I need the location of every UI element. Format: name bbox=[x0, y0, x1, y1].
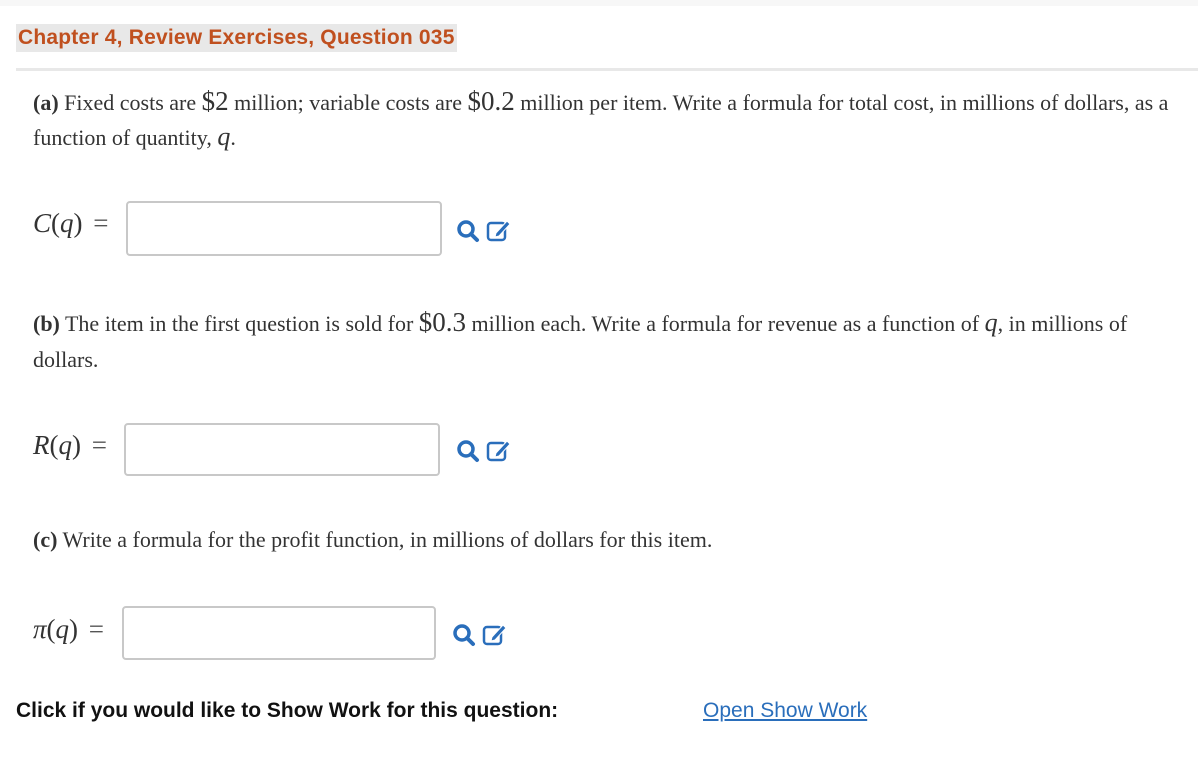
top-strip bbox=[0, 0, 1198, 6]
question-c-part-label: (c) bbox=[33, 527, 58, 552]
answer-c-equals: = bbox=[88, 614, 105, 644]
answer-a-label: C(q) = bbox=[33, 208, 109, 238]
edit-icon[interactable] bbox=[482, 622, 507, 646]
answer-c-function-name: π bbox=[33, 614, 47, 644]
cost-formula-input[interactable] bbox=[126, 201, 442, 256]
open-show-work-link[interactable]: Open Show Work bbox=[703, 697, 867, 725]
answer-b-argument: q bbox=[58, 430, 73, 460]
question-a-text-1: Fixed costs are bbox=[58, 90, 202, 115]
question-b-text-1: The item in the first question is sold f… bbox=[59, 311, 419, 336]
search-icon[interactable] bbox=[452, 623, 476, 647]
show-work-label: Click if you would like to Show Work for… bbox=[16, 699, 559, 722]
question-a-variable: q bbox=[217, 122, 231, 151]
question-c-text-1: Write a formula for the profit function,… bbox=[57, 527, 713, 552]
question-c-text: (c) Write a formula for the profit funct… bbox=[33, 524, 1133, 556]
question-b-variable: q bbox=[984, 308, 998, 337]
question-a-text: (a) Fixed costs are $2 million; variable… bbox=[33, 84, 1193, 155]
question-a-fixed-cost: $2 bbox=[201, 86, 229, 116]
search-icon[interactable] bbox=[456, 439, 480, 463]
question-a-part-label: (a) bbox=[33, 90, 59, 115]
answer-a-equals: = bbox=[93, 208, 109, 238]
question-b-part-label: (b) bbox=[33, 311, 60, 336]
question-b-price: $0.3 bbox=[418, 307, 467, 337]
question-a-text-2: million; variable costs are bbox=[228, 90, 468, 115]
question-a-text-4: . bbox=[230, 125, 236, 150]
answer-b-equals: = bbox=[91, 430, 107, 460]
edit-icon[interactable] bbox=[486, 218, 511, 242]
question-a-variable-cost: $0.2 bbox=[467, 86, 515, 116]
answer-a-function-name: C bbox=[33, 208, 52, 238]
answer-c-label: π(q) = bbox=[33, 614, 105, 644]
edit-icon[interactable] bbox=[486, 438, 511, 462]
question-title: Chapter 4, Review Exercises, Question 03… bbox=[16, 24, 457, 52]
answer-a-argument: q bbox=[60, 208, 74, 238]
search-icon[interactable] bbox=[456, 219, 480, 243]
answer-c-argument: q bbox=[55, 614, 70, 644]
revenue-formula-input[interactable] bbox=[124, 423, 440, 476]
profit-formula-input[interactable] bbox=[122, 606, 436, 660]
question-b-text-2: million each. Write a formula for revenu… bbox=[466, 311, 985, 336]
title-divider bbox=[16, 68, 1198, 71]
answer-b-function-name: R bbox=[33, 430, 50, 460]
question-b-text: (b) The item in the first question is so… bbox=[33, 304, 1193, 378]
answer-b-label: R(q) = bbox=[33, 430, 107, 460]
